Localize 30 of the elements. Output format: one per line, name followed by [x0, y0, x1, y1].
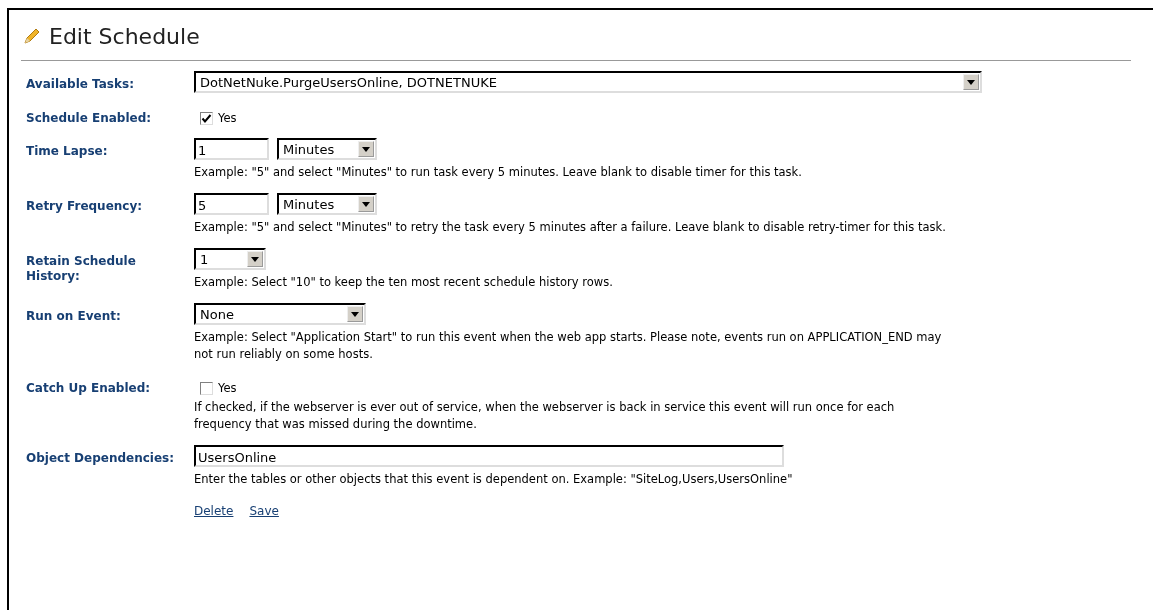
field-label: Retry Frequency:: [25, 198, 144, 215]
number-field[interactable]: 1: [194, 138, 269, 160]
field-label: Catch Up Enabled:: [25, 380, 152, 397]
checkbox[interactable]: [200, 381, 213, 395]
unit-dropdown[interactable]: Minutes: [277, 138, 377, 160]
help-text: Enter the tables or other objects that this event is dependent on. Example: "SiteLog,Users,UsersOnline": [194, 471, 793, 488]
number-field[interactable]: 5: [194, 193, 269, 215]
dropdown[interactable]: 1: [194, 248, 266, 270]
help-text: Example: "5" and select "Minutes" to run task every 5 minutes. Leave blank to disable timer for this task.: [194, 164, 802, 181]
action-link[interactable]: Save: [249, 504, 279, 518]
dropdown[interactable]: None: [194, 303, 366, 325]
checkbox-label: Yes: [218, 111, 237, 125]
field-label: Retain Schedule History:: [25, 253, 137, 285]
help-text: If checked, if the webserver is ever out of service, when the webserver is back in service this event will run once for each frequency that was missed during the downtime.: [194, 399, 895, 433]
dropdown[interactable]: DotNetNuke.PurgeUsersOnline, DOTNETNUKE: [194, 71, 982, 93]
help-text: Example: "5" and select "Minutes" to retry the task every 5 minutes after a failure. Leave blank to disable retry-timer for this task.: [194, 219, 946, 236]
field-label: Schedule Enabled:: [25, 110, 153, 126]
checkbox-label: Yes: [218, 381, 237, 395]
help-text: Example: Select "10" to keep the ten most recent schedule history rows.: [194, 274, 613, 291]
page-title: Edit Schedule: [49, 23, 200, 49]
field-label: Object Dependencies:: [25, 450, 176, 467]
field-label: Available Tasks:: [25, 76, 135, 93]
action-link[interactable]: Delete: [194, 504, 234, 518]
checkbox[interactable]: [200, 111, 213, 125]
text-field[interactable]: UsersOnline: [194, 445, 784, 467]
help-text: Example: Select "Application Start" to run this event when the web app starts. Please note, events run on APPLICATION_END may not run reliably on some hosts.: [194, 329, 942, 363]
field-label: Time Lapse:: [25, 143, 109, 160]
unit-dropdown[interactable]: Minutes: [277, 193, 377, 215]
pencil-icon: [23, 27, 41, 45]
field-label: Run on Event:: [25, 308, 122, 325]
